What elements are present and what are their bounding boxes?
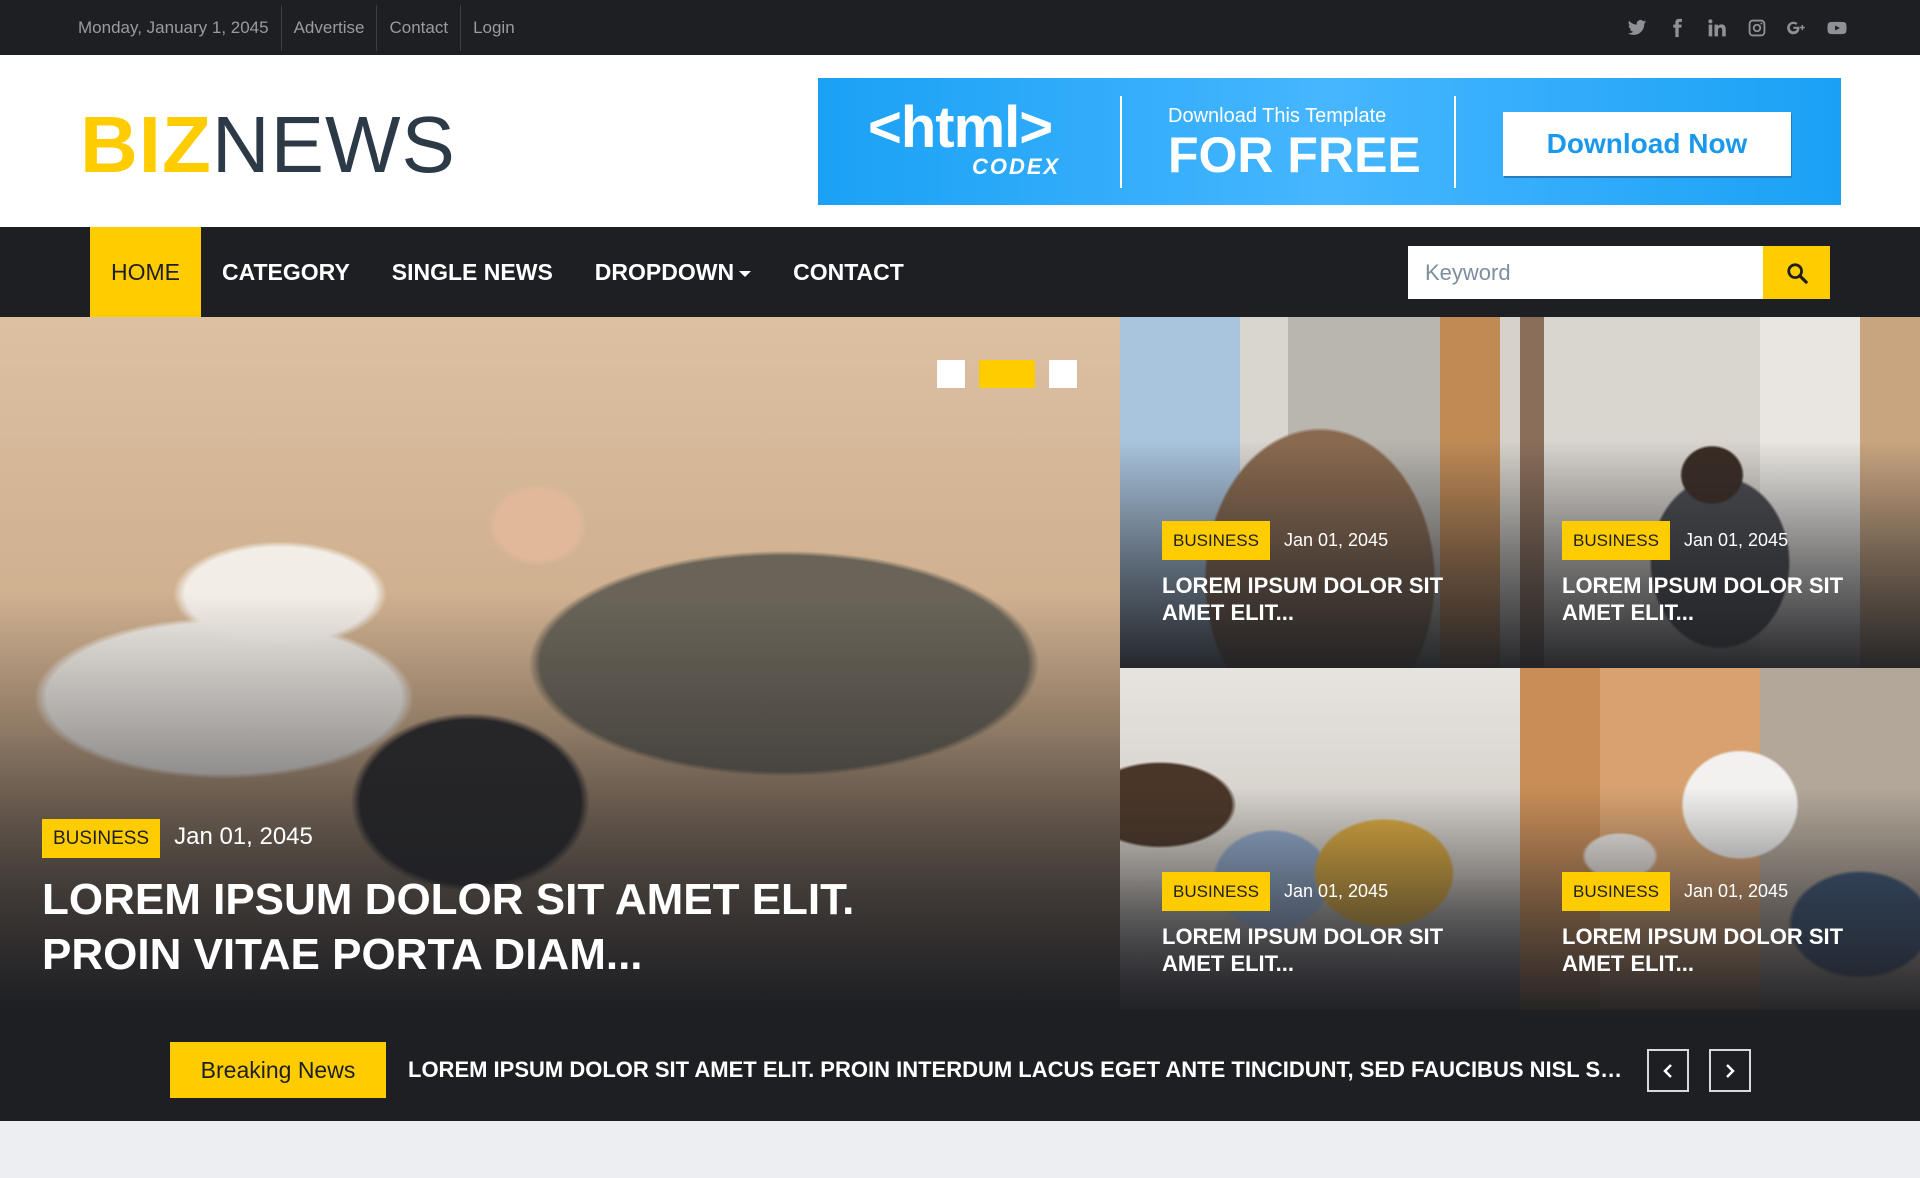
title-line1: LOREM IPSUM DOLOR SIT bbox=[1562, 924, 1844, 949]
htmlcodex-logo: <html> CODEX bbox=[868, 95, 1058, 180]
search-form bbox=[1408, 246, 1830, 299]
advertise-link[interactable]: Advertise bbox=[294, 18, 365, 37]
current-date: Monday, January 1, 2045 bbox=[68, 4, 282, 51]
main-headline[interactable]: LOREM IPSUM DOLOR SIT AMET ELIT. PROIN V… bbox=[42, 872, 854, 982]
post-date[interactable]: Jan 01, 2045 bbox=[1684, 872, 1788, 911]
youtube-icon[interactable] bbox=[1826, 17, 1848, 39]
banner-divider bbox=[1120, 96, 1122, 188]
nav-category[interactable]: CATEGORY bbox=[201, 227, 371, 317]
search-button[interactable] bbox=[1763, 246, 1830, 299]
carousel-dot-3[interactable] bbox=[1049, 360, 1077, 388]
facebook-icon[interactable] bbox=[1666, 17, 1688, 39]
category-badge[interactable]: BUSINESS bbox=[1562, 872, 1670, 911]
twitter-icon[interactable] bbox=[1626, 17, 1648, 39]
banner-line1: Download This Template bbox=[1168, 105, 1387, 127]
banner-line2: FOR FREE bbox=[1168, 127, 1421, 183]
post-date[interactable]: Jan 01, 2045 bbox=[1284, 521, 1388, 560]
banner-promo: Download This Template FOR FREE bbox=[1168, 104, 1421, 182]
download-now-button[interactable]: Download Now bbox=[1503, 112, 1791, 176]
google-plus-icon[interactable] bbox=[1786, 17, 1808, 39]
page-content-area bbox=[0, 1121, 1920, 1178]
news-tile-title[interactable]: LOREM IPSUM DOLOR SIT AMET ELIT... bbox=[1562, 572, 1843, 626]
ticker-next-button[interactable] bbox=[1709, 1049, 1751, 1092]
chevron-left-icon bbox=[1663, 1063, 1672, 1078]
caret-down-icon bbox=[739, 270, 752, 277]
nav-home[interactable]: HOME bbox=[90, 227, 201, 317]
title-line2: AMET ELIT... bbox=[1162, 951, 1294, 976]
carousel-dot-2[interactable] bbox=[979, 360, 1035, 388]
hero-section: BUSINESS Jan 01, 2045 LOREM IPSUM DOLOR S… bbox=[0, 317, 1920, 1010]
login-link[interactable]: Login bbox=[473, 18, 515, 37]
category-badge[interactable]: BUSINESS bbox=[42, 819, 161, 858]
main-carousel-slide[interactable]: BUSINESS Jan 01, 2045 LOREM IPSUM DOLOR S… bbox=[0, 317, 1120, 1010]
breaking-news-headline[interactable]: LOREM IPSUM DOLOR SIT AMET ELIT. PROIN I… bbox=[408, 1042, 1623, 1098]
logo-news: NEWS bbox=[211, 100, 456, 189]
title-line1: LOREM IPSUM DOLOR SIT bbox=[1162, 573, 1444, 598]
post-date[interactable]: Jan 01, 2045 bbox=[1684, 521, 1788, 560]
title-line1: LOREM IPSUM DOLOR SIT bbox=[1562, 573, 1844, 598]
news-tile-title[interactable]: LOREM IPSUM DOLOR SIT AMET ELIT... bbox=[1162, 923, 1443, 977]
banner-divider bbox=[1454, 96, 1456, 188]
contact-link[interactable]: Contact bbox=[389, 18, 448, 37]
nav-contact[interactable]: CONTACT bbox=[772, 227, 925, 317]
banner-brand: <html> bbox=[868, 95, 1053, 160]
carousel-dot-1[interactable] bbox=[937, 360, 965, 388]
social-links bbox=[1626, 0, 1848, 55]
title-line2: AMET ELIT... bbox=[1562, 951, 1694, 976]
breaking-news-bar: Breaking News LOREM IPSUM DOLOR SIT AMET… bbox=[0, 1010, 1920, 1121]
category-badge[interactable]: BUSINESS bbox=[1562, 521, 1670, 560]
news-tile[interactable]: BUSINESS Jan 01, 2045 LOREM IPSUM DOLOR S… bbox=[1120, 317, 1520, 668]
ad-banner[interactable]: <html> CODEX Download This Template FOR … bbox=[818, 78, 1841, 205]
nav-dropdown-label: DROPDOWN bbox=[594, 259, 735, 285]
news-tile-caption: BUSINESS Jan 01, 2045 LOREM IPSUM DOLOR S… bbox=[1562, 872, 1843, 977]
post-date[interactable]: Jan 01, 2045 bbox=[174, 819, 313, 855]
chevron-right-icon bbox=[1726, 1063, 1735, 1078]
search-input[interactable] bbox=[1408, 246, 1763, 299]
nav-dropdown[interactable]: DROPDOWN bbox=[574, 227, 772, 317]
top-bar: Monday, January 1, 2045 Advertise Contac… bbox=[0, 0, 1920, 55]
news-tile-caption: BUSINESS Jan 01, 2045 LOREM IPSUM DOLOR S… bbox=[1162, 521, 1443, 626]
search-icon bbox=[1786, 262, 1808, 284]
news-tile[interactable]: BUSINESS Jan 01, 2045 LOREM IPSUM DOLOR S… bbox=[1520, 317, 1920, 668]
news-tile[interactable]: BUSINESS Jan 01, 2045 LOREM IPSUM DOLOR S… bbox=[1520, 668, 1920, 1010]
category-badge[interactable]: BUSINESS bbox=[1162, 521, 1270, 560]
nav-single-news[interactable]: SINGLE NEWS bbox=[371, 227, 574, 317]
main-nav: HOME CATEGORY SINGLE NEWS DROPDOWN CONTA… bbox=[0, 227, 1920, 317]
carousel-dots bbox=[937, 360, 1077, 388]
main-slide-caption: BUSINESS Jan 01, 2045 LOREM IPSUM DOLOR S… bbox=[42, 819, 854, 982]
headline-line1: LOREM IPSUM DOLOR SIT AMET ELIT. bbox=[42, 875, 855, 924]
ticker-prev-button[interactable] bbox=[1647, 1049, 1689, 1092]
top-links: Monday, January 1, 2045 Advertise Contac… bbox=[68, 0, 527, 55]
news-tile[interactable]: BUSINESS Jan 01, 2045 LOREM IPSUM DOLOR S… bbox=[1120, 668, 1520, 1010]
post-date[interactable]: Jan 01, 2045 bbox=[1284, 872, 1388, 911]
headline-line2: PROIN VITAE PORTA DIAM... bbox=[42, 930, 643, 979]
banner-brand-sub: CODEX bbox=[972, 154, 1061, 179]
instagram-icon[interactable] bbox=[1746, 17, 1768, 39]
news-tile-title[interactable]: LOREM IPSUM DOLOR SIT AMET ELIT... bbox=[1162, 572, 1443, 626]
title-line2: AMET ELIT... bbox=[1562, 600, 1694, 625]
linkedin-icon[interactable] bbox=[1706, 17, 1728, 39]
news-tile-caption: BUSINESS Jan 01, 2045 LOREM IPSUM DOLOR S… bbox=[1162, 872, 1443, 977]
breaking-news-label: Breaking News bbox=[170, 1042, 386, 1098]
site-header: BIZNEWS <html> CODEX Download This Templ… bbox=[0, 55, 1920, 227]
category-badge[interactable]: BUSINESS bbox=[1162, 872, 1270, 911]
logo-biz: BIZ bbox=[80, 100, 212, 189]
news-tile-caption: BUSINESS Jan 01, 2045 LOREM IPSUM DOLOR S… bbox=[1562, 521, 1843, 626]
title-line1: LOREM IPSUM DOLOR SIT bbox=[1162, 924, 1444, 949]
nav-menu: HOME CATEGORY SINGLE NEWS DROPDOWN CONTA… bbox=[90, 227, 925, 317]
news-tile-title[interactable]: LOREM IPSUM DOLOR SIT AMET ELIT... bbox=[1562, 923, 1843, 977]
site-logo[interactable]: BIZNEWS bbox=[80, 100, 456, 190]
title-line2: AMET ELIT... bbox=[1162, 600, 1294, 625]
